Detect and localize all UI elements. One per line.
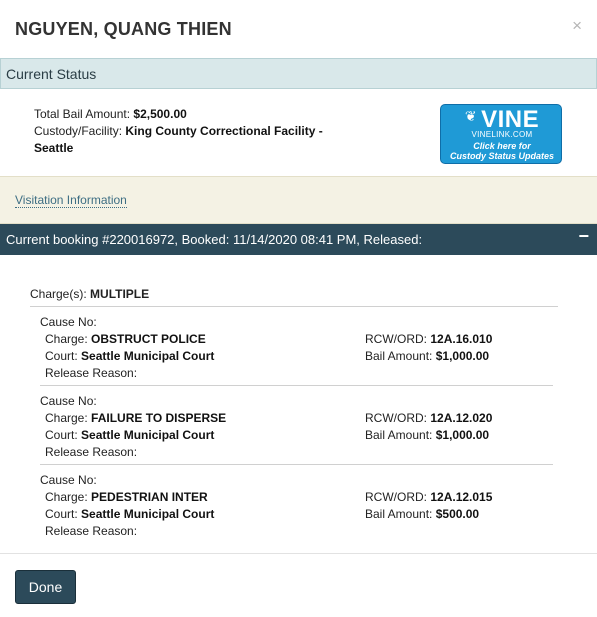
court-value: Seattle Municipal Court — [81, 349, 215, 363]
vinelink-site-text: VINELINK.COM — [471, 130, 533, 139]
bail-amount-label: Bail Amount: — [365, 349, 433, 363]
charges-value: MULTIPLE — [90, 287, 150, 301]
court-label: Court: — [45, 507, 78, 521]
done-button[interactable]: Done — [15, 570, 76, 604]
total-bail-row: Total Bail Amount: $2,500.00 — [34, 106, 364, 123]
court-row: Court: Seattle Municipal Court — [40, 348, 360, 365]
charges-divider — [30, 306, 558, 307]
charge-item: Cause No: Charge: OBSTRUCT POLICE Court:… — [40, 314, 560, 384]
release-reason-label: Release Reason: — [45, 366, 138, 380]
custody-facility-row: Custody/Facility: King County Correction… — [34, 123, 364, 157]
rcw-ord-row: RCW/ORD: 12A.12.020 — [365, 410, 565, 427]
footer-divider — [0, 553, 597, 554]
close-icon[interactable]: × — [572, 16, 582, 36]
cause-no-row: Cause No: — [40, 393, 360, 410]
release-reason-label: Release Reason: — [45, 445, 138, 459]
rcw-ord-value: 12A.12.015 — [430, 490, 493, 504]
charge-details: Cause No: Charge: FAILURE TO DISPERSE Co… — [40, 393, 360, 461]
cause-no-row: Cause No: — [40, 472, 360, 489]
release-reason-label: Release Reason: — [45, 524, 138, 538]
bail-amount-label: Bail Amount: — [365, 507, 433, 521]
total-bail-value: $2,500.00 — [133, 107, 187, 121]
visitation-information-link[interactable]: Visitation Information — [15, 193, 127, 208]
cause-no-label: Cause No: — [40, 394, 97, 408]
custody-summary: Total Bail Amount: $2,500.00 Custody/Fac… — [34, 106, 364, 157]
charge-statute-details: RCW/ORD: 12A.12.020 Bail Amount: $1,000.… — [365, 410, 565, 444]
court-value: Seattle Municipal Court — [81, 507, 215, 521]
court-row: Court: Seattle Municipal Court — [40, 427, 360, 444]
charge-label: Charge: — [45, 411, 88, 425]
bail-amount-value: $1,000.00 — [435, 428, 490, 442]
charge-label: Charge: — [45, 490, 88, 504]
rcw-ord-value: 12A.16.010 — [430, 332, 493, 346]
current-booking-label: Current booking #220016972, Booked: 11/1… — [6, 232, 423, 247]
bail-amount-row: Bail Amount: $1,000.00 — [365, 427, 565, 444]
vine-leaf-icon: ❦ — [464, 108, 478, 124]
rcw-ord-label: RCW/ORD: — [365, 490, 427, 504]
vine-cta-text: Click here for Custody Status Updates — [441, 141, 563, 161]
charge-item: Cause No: Charge: PEDESTRIAN INTER Court… — [40, 472, 560, 542]
rcw-ord-value: 12A.12.020 — [430, 411, 493, 425]
charge-details: Cause No: Charge: OBSTRUCT POLICE Court:… — [40, 314, 360, 382]
court-label: Court: — [45, 349, 78, 363]
custody-facility-label: Custody/Facility: — [34, 124, 123, 138]
charges-label: Charge(s): — [30, 287, 87, 301]
current-status-header: Current Status — [0, 58, 597, 89]
charge-row: Charge: PEDESTRIAN INTER — [40, 489, 360, 506]
rcw-ord-label: RCW/ORD: — [365, 332, 427, 346]
charge-value: PEDESTRIAN INTER — [91, 490, 208, 504]
charge-row: Charge: OBSTRUCT POLICE — [40, 331, 360, 348]
bail-amount-row: Bail Amount: $500.00 — [365, 506, 565, 523]
release-reason-row: Release Reason: — [40, 365, 360, 382]
vine-custody-updates-button[interactable]: ❦ VINE VINELINK.COM Click here for Custod… — [440, 104, 562, 164]
current-booking-header[interactable]: Current booking #220016972, Booked: 11/1… — [0, 224, 597, 255]
release-reason-row: Release Reason: — [40, 523, 360, 540]
charge-divider — [40, 385, 553, 386]
rcw-ord-label: RCW/ORD: — [365, 411, 427, 425]
custody-detail-modal: NGUYEN, QUANG THIEN × Current Status Tot… — [0, 0, 597, 617]
current-status-label: Current Status — [6, 66, 97, 82]
modal-header: NGUYEN, QUANG THIEN × — [0, 0, 597, 58]
visitation-section: Visitation Information — [0, 176, 597, 224]
charge-statute-details: RCW/ORD: 12A.16.010 Bail Amount: $1,000.… — [365, 331, 565, 365]
bail-amount-label: Bail Amount: — [365, 428, 433, 442]
vine-cta-line1: Click here for — [473, 141, 531, 151]
bail-amount-value: $1,000.00 — [435, 349, 490, 363]
cause-no-label: Cause No: — [40, 473, 97, 487]
charge-item: Cause No: Charge: FAILURE TO DISPERSE Co… — [40, 393, 560, 463]
release-reason-row: Release Reason: — [40, 444, 360, 461]
charge-value: FAILURE TO DISPERSE — [91, 411, 227, 425]
charge-divider — [40, 464, 553, 465]
inmate-name-title: NGUYEN, QUANG THIEN — [15, 19, 232, 39]
charges-summary: Charge(s): MULTIPLE — [30, 287, 149, 301]
charge-statute-details: RCW/ORD: 12A.12.015 Bail Amount: $500.00 — [365, 489, 565, 523]
collapse-toggle-icon[interactable]: − — [578, 226, 589, 247]
rcw-ord-row: RCW/ORD: 12A.12.015 — [365, 489, 565, 506]
charge-row: Charge: FAILURE TO DISPERSE — [40, 410, 360, 427]
charge-details: Cause No: Charge: PEDESTRIAN INTER Court… — [40, 472, 360, 540]
total-bail-label: Total Bail Amount: — [34, 107, 131, 121]
court-row: Court: Seattle Municipal Court — [40, 506, 360, 523]
bail-amount-row: Bail Amount: $1,000.00 — [365, 348, 565, 365]
charge-value: OBSTRUCT POLICE — [91, 332, 206, 346]
rcw-ord-row: RCW/ORD: 12A.16.010 — [365, 331, 565, 348]
cause-no-row: Cause No: — [40, 314, 360, 331]
charge-label: Charge: — [45, 332, 88, 346]
vine-logo-text: VINE — [481, 106, 540, 133]
vine-cta-line2: Custody Status Updates — [449, 151, 554, 161]
court-label: Court: — [45, 428, 78, 442]
court-value: Seattle Municipal Court — [81, 428, 215, 442]
bail-amount-value: $500.00 — [435, 507, 480, 521]
cause-no-label: Cause No: — [40, 315, 97, 329]
